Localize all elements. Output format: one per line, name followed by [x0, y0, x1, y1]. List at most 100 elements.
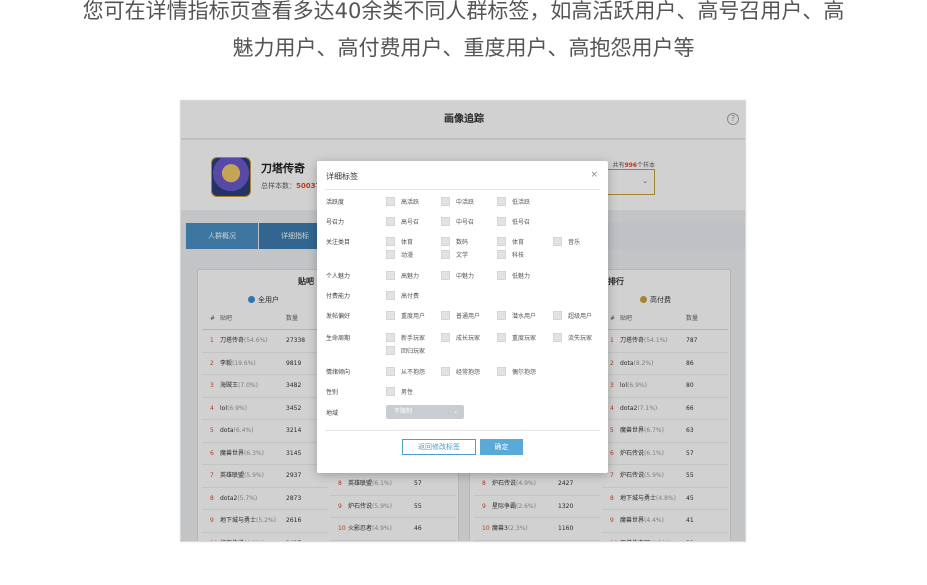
- tag-checkbox[interactable]: 潜水用户: [497, 311, 536, 320]
- checkbox-icon[interactable]: [497, 271, 506, 280]
- tag-option-label: 超级用户: [568, 313, 593, 320]
- checkbox-icon[interactable]: [553, 237, 562, 246]
- tag-checkbox[interactable]: 低号召: [497, 217, 530, 226]
- tag-checkbox[interactable]: 文学: [441, 250, 468, 259]
- detail-tags-modal: 详细标签 × 活跃度 高活跃 中活跃 低活跃 号召力 高号召 中号召 低号召 关注类目 体育 数码 体…: [317, 161, 608, 473]
- chevron-down-icon: ⌄: [452, 408, 458, 415]
- tag-checkbox[interactable]: 男性: [386, 387, 413, 396]
- checkbox-icon[interactable]: [497, 333, 506, 342]
- checkbox-icon[interactable]: [441, 311, 450, 320]
- checkbox-icon[interactable]: [441, 250, 450, 259]
- checkbox-icon[interactable]: [441, 197, 450, 206]
- caption-line-1: 您可在详情指标页查看多达40余类不同人群标签，如高活跃用户、高号召用户、高: [82, 0, 845, 23]
- checkbox-icon[interactable]: [386, 346, 395, 355]
- tag-group-label: 发帖偏好: [326, 313, 351, 320]
- checkbox-icon[interactable]: [386, 271, 395, 280]
- checkbox-icon[interactable]: [441, 333, 450, 342]
- confirm-button[interactable]: 确定: [480, 439, 523, 455]
- tag-checkbox[interactable]: 音乐: [553, 237, 580, 246]
- tag-option-label: 高活跃: [401, 199, 420, 206]
- tag-checkbox[interactable]: 中活跃: [441, 197, 474, 206]
- tag-option-label: 中活跃: [456, 199, 475, 206]
- tag-checkbox[interactable]: 成长玩家: [441, 333, 480, 342]
- close-icon[interactable]: ×: [590, 170, 598, 180]
- caption-line-2: 魅力用户、高付费用户、重度用户、高抱怨用户等: [232, 36, 695, 60]
- tag-checkbox[interactable]: 经常抱怨: [441, 367, 480, 376]
- tag-group-label: 付费能力: [326, 293, 351, 300]
- checkbox-icon[interactable]: [441, 237, 450, 246]
- checkbox-icon[interactable]: [497, 237, 506, 246]
- tag-checkbox[interactable]: 动漫: [386, 250, 413, 259]
- tag-checkbox[interactable]: 从不抱怨: [386, 367, 425, 376]
- checkbox-icon[interactable]: [386, 291, 395, 300]
- checkbox-icon[interactable]: [386, 250, 395, 259]
- checkbox-icon[interactable]: [497, 197, 506, 206]
- divider: [325, 430, 600, 431]
- tag-option-label: 从不抱怨: [401, 369, 426, 376]
- checkbox-icon[interactable]: [497, 367, 506, 376]
- tag-option-label: 低号召: [512, 219, 531, 226]
- tag-option-label: 普通用户: [456, 313, 481, 320]
- checkbox-icon[interactable]: [386, 311, 395, 320]
- tag-checkbox[interactable]: 普通用户: [441, 311, 480, 320]
- tag-group-label: 活跃度: [326, 199, 345, 206]
- tag-checkbox[interactable]: 体育: [497, 237, 524, 246]
- back-edit-button[interactable]: 返回修改标签: [402, 439, 476, 455]
- region-value: 不限制: [394, 408, 413, 415]
- checkbox-icon[interactable]: [553, 333, 562, 342]
- tag-option-label: 男性: [401, 389, 414, 396]
- tag-group-label: 个人魅力: [326, 273, 351, 280]
- tag-checkbox[interactable]: 重度用户: [386, 311, 425, 320]
- tag-checkbox[interactable]: 数码: [441, 237, 468, 246]
- tag-option-label: 重度玩家: [512, 335, 537, 342]
- checkbox-icon[interactable]: [386, 197, 395, 206]
- tag-option-label: 高付费: [401, 293, 420, 300]
- tag-option-label: 中魅力: [456, 273, 475, 280]
- checkbox-icon[interactable]: [441, 367, 450, 376]
- checkbox-icon[interactable]: [386, 387, 395, 396]
- checkbox-icon[interactable]: [386, 333, 395, 342]
- tag-option-label: 中号召: [456, 219, 475, 226]
- tag-checkbox[interactable]: 高活跃: [386, 197, 419, 206]
- tag-checkbox[interactable]: 新手玩家: [386, 333, 425, 342]
- tag-group-label: 情绪倾向: [326, 369, 351, 376]
- modal-title: 详细标签: [326, 172, 358, 181]
- tag-option-label: 成长玩家: [456, 335, 481, 342]
- checkbox-icon[interactable]: [441, 271, 450, 280]
- tag-group-label: 生命周期: [326, 335, 351, 342]
- tag-checkbox[interactable]: 高付费: [386, 291, 419, 300]
- screenshot-frame: 画像追踪 ? 刀塔传奇 总样本数：50037 共有996个样本 ⌄ 人群概况 详…: [180, 100, 746, 542]
- tag-checkbox[interactable]: 中号召: [441, 217, 474, 226]
- checkbox-icon[interactable]: [386, 367, 395, 376]
- checkbox-icon[interactable]: [386, 217, 395, 226]
- tag-checkbox[interactable]: 中魅力: [441, 271, 474, 280]
- checkbox-icon[interactable]: [497, 250, 506, 259]
- tag-checkbox[interactable]: 低活跃: [497, 197, 530, 206]
- tag-checkbox[interactable]: 高魅力: [386, 271, 419, 280]
- tag-checkbox[interactable]: 高号召: [386, 217, 419, 226]
- tag-option-label: 动漫: [401, 252, 414, 259]
- tag-option-label: 数码: [456, 239, 469, 246]
- tag-option-label: 新手玩家: [401, 335, 426, 342]
- tag-option-label: 体育: [512, 239, 525, 246]
- tag-checkbox[interactable]: 体育: [386, 237, 413, 246]
- divider: [325, 189, 600, 190]
- tag-option-label: 低活跃: [512, 199, 531, 206]
- checkbox-icon[interactable]: [386, 237, 395, 246]
- tag-checkbox[interactable]: 重度玩家: [497, 333, 536, 342]
- tag-checkbox[interactable]: 回归玩家: [386, 346, 425, 355]
- tag-checkbox[interactable]: 偶尔抱怨: [497, 367, 536, 376]
- tag-option-label: 偶尔抱怨: [512, 369, 537, 376]
- checkbox-icon[interactable]: [497, 217, 506, 226]
- region-select[interactable]: 不限制 ⌄: [386, 405, 464, 419]
- checkbox-icon[interactable]: [441, 217, 450, 226]
- tag-checkbox[interactable]: 流失玩家: [553, 333, 592, 342]
- tag-checkbox[interactable]: 科技: [497, 250, 524, 259]
- checkbox-icon[interactable]: [497, 311, 506, 320]
- tag-group-label: 性别: [326, 389, 339, 396]
- checkbox-icon[interactable]: [553, 311, 562, 320]
- tag-checkbox[interactable]: 超级用户: [553, 311, 592, 320]
- tag-checkbox[interactable]: 低魅力: [497, 271, 530, 280]
- tag-group-label: 号召力: [326, 219, 345, 226]
- tag-option-label: 高魅力: [401, 273, 420, 280]
